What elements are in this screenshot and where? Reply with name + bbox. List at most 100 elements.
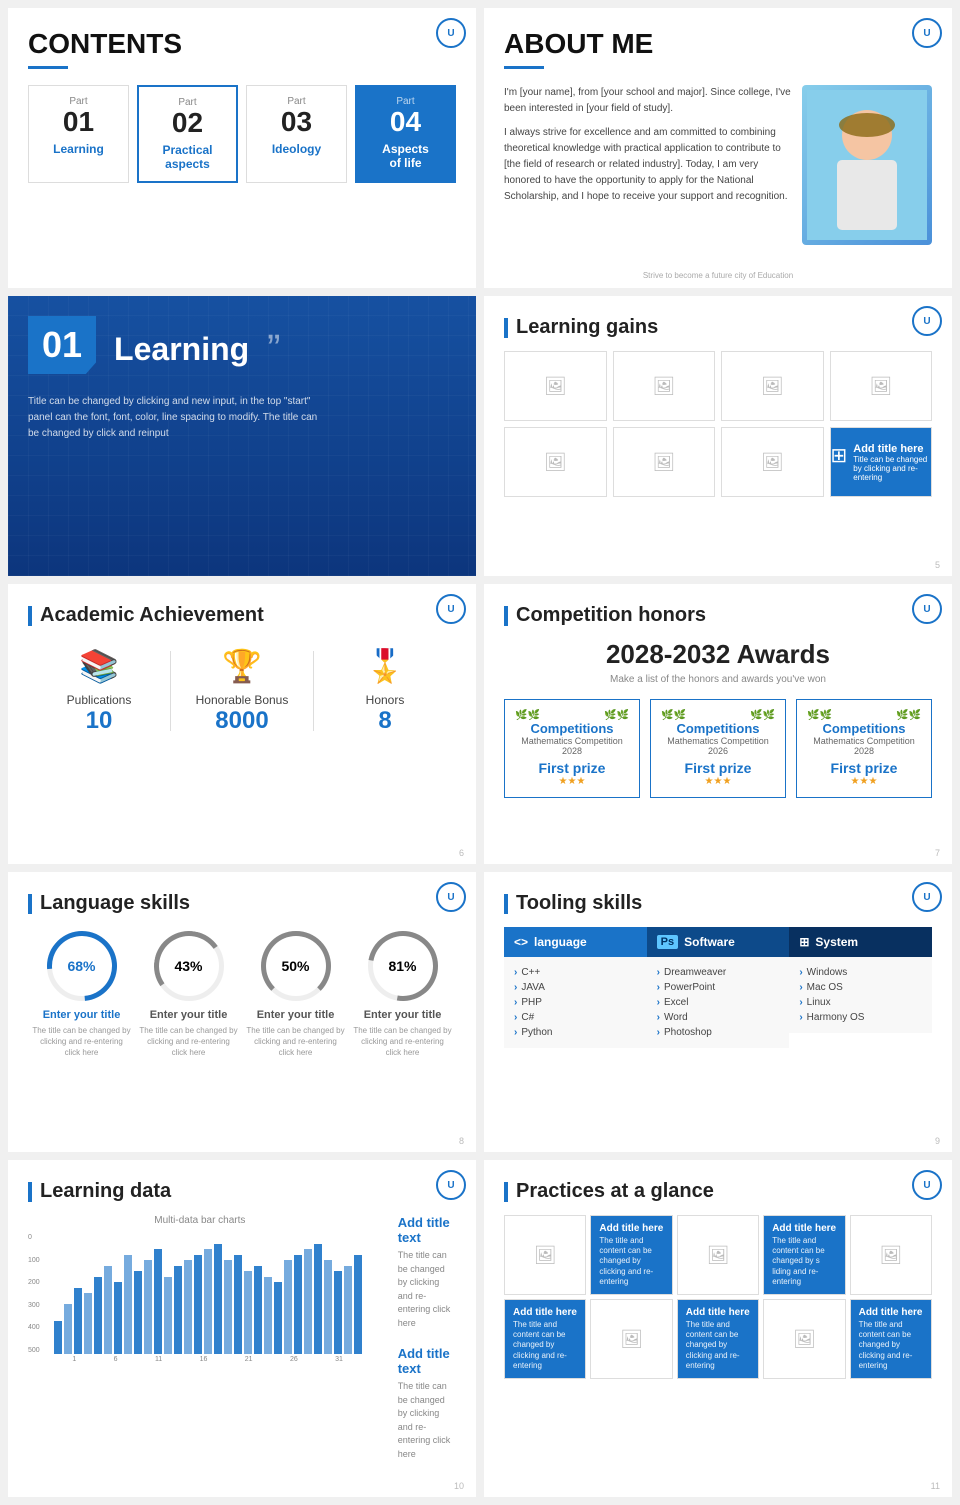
gains-page-num: 5 bbox=[935, 560, 940, 570]
academic-bonus: 🏆 Honorable Bonus 8000 bbox=[171, 647, 313, 735]
contents-title: CONTENTS bbox=[28, 28, 456, 60]
about-footer: Strive to become a future city of Educat… bbox=[643, 271, 793, 280]
lang-68-title: Enter your title bbox=[32, 1009, 132, 1021]
lang-43-desc: The title can be changed by clicking and… bbox=[139, 1025, 239, 1059]
chart-title: Multi-data bar charts bbox=[28, 1215, 372, 1226]
bar-28 bbox=[324, 1260, 332, 1354]
tool-dreamweaver: Dreamweaver bbox=[657, 965, 780, 980]
gain-4: 🖼 bbox=[830, 351, 933, 421]
honors-value: 8 bbox=[314, 707, 456, 735]
learning-data-page-num: 10 bbox=[454, 1481, 464, 1491]
chart-area: 500 400 300 200 100 0 161116212631 bbox=[28, 1234, 372, 1363]
award-1-event: Mathematics Competition 2028 bbox=[515, 736, 629, 756]
tool-cpp: C++ bbox=[514, 965, 637, 980]
about-logo: U bbox=[912, 18, 942, 48]
tool-language-items: C++ JAVA PHP C# Python bbox=[504, 957, 647, 1048]
gains-logo: U bbox=[912, 306, 942, 336]
competition-sub: Make a list of the honors and awards you… bbox=[504, 674, 932, 685]
tool-excel: Excel bbox=[657, 995, 780, 1010]
gains-title: Learning gains bbox=[504, 316, 932, 339]
tool-macos: Mac OS bbox=[799, 980, 922, 995]
award-3-laurel: 🌿🌿🌿🌿 bbox=[807, 710, 921, 721]
y-axis: 500 400 300 200 100 0 bbox=[28, 1234, 44, 1354]
bar-11 bbox=[154, 1249, 162, 1354]
bar-24 bbox=[284, 1260, 292, 1354]
practice-blue-2: Add title here The title and content can… bbox=[763, 1215, 845, 1295]
academic-publications: 📚 Publications 10 bbox=[28, 647, 170, 735]
tool-col-software: Ps Software Dreamweaver PowerPoint Excel… bbox=[647, 927, 790, 1048]
academic-honors: 🎖️ Honors 8 bbox=[314, 647, 456, 735]
award-3: 🌿🌿🌿🌿 Competitions Mathematics Competitio… bbox=[796, 699, 932, 798]
language-header-label: language bbox=[534, 935, 587, 949]
circle-43-wrap: 43% bbox=[154, 931, 224, 1001]
tool-windows: Windows bbox=[799, 965, 922, 980]
lang-circles: 68% Enter your title The title can be ch… bbox=[28, 931, 456, 1059]
language-page-num: 8 bbox=[459, 1136, 464, 1146]
add-desc-2: The title can be changed by clicking and… bbox=[398, 1380, 456, 1461]
practice-img-2: 🖼 bbox=[677, 1215, 759, 1295]
tooling-logo: U bbox=[912, 882, 942, 912]
academic-items: 📚 Publications 10 🏆 Honorable Bonus 8000… bbox=[28, 647, 456, 735]
lang-50: 50% Enter your title The title can be ch… bbox=[246, 931, 346, 1059]
competition-title: Competition honors bbox=[504, 604, 932, 627]
tool-col-system: ⊞ System Windows Mac OS Linux Harmony OS bbox=[789, 927, 932, 1048]
bar-1 bbox=[54, 1321, 62, 1354]
parts-grid: Part 01 Learning Part 02 Practicalaspect… bbox=[28, 85, 456, 183]
windows-icon: ⊞ bbox=[799, 935, 809, 949]
bar-7 bbox=[114, 1282, 122, 1354]
tool-powerpoint: PowerPoint bbox=[657, 980, 780, 995]
about-slide: ABOUT ME U I'm [your name], from [your s… bbox=[484, 8, 952, 288]
part-03[interactable]: Part 03 Ideology bbox=[246, 85, 347, 183]
practice-img-5: 🖼 bbox=[763, 1299, 845, 1379]
about-title: ABOUT ME bbox=[504, 28, 932, 60]
data-text-side: Add title text The title can be changed … bbox=[382, 1215, 456, 1477]
lang-68-desc: The title can be changed by clicking and… bbox=[32, 1025, 132, 1059]
tool-python: Python bbox=[514, 1025, 637, 1040]
learning-slide: 01 Learning ” Title can be changed by cl… bbox=[8, 296, 476, 576]
practice-blue-3-desc: The title and content can be changed by … bbox=[513, 1320, 577, 1372]
bar-26 bbox=[304, 1249, 312, 1354]
practices-page-num: 11 bbox=[931, 1481, 940, 1491]
part-04-name: Aspectsof life bbox=[364, 142, 447, 170]
tool-php: PHP bbox=[514, 995, 637, 1010]
about-content: I'm [your name], from [your school and m… bbox=[504, 85, 932, 245]
practice-img-1: 🖼 bbox=[504, 1215, 586, 1295]
practice-blue-5-title: Add title here bbox=[859, 1307, 923, 1318]
x-label-31: 31 bbox=[335, 1356, 343, 1363]
gain-6: 🖼 bbox=[613, 427, 716, 497]
gain-1: 🖼 bbox=[504, 351, 607, 421]
tool-cols: <> language C++ JAVA PHP C# Python Ps So… bbox=[504, 927, 932, 1048]
circle-43-pct: 43% bbox=[154, 931, 224, 1001]
award-2-stars: ★★★ bbox=[661, 776, 775, 787]
practices-logo: U bbox=[912, 1170, 942, 1200]
part-02[interactable]: Part 02 Practicalaspects bbox=[137, 85, 238, 183]
award-1-prize: First prize bbox=[515, 760, 629, 776]
about-underline bbox=[504, 66, 544, 69]
academic-page-num: 6 bbox=[459, 848, 464, 858]
practices-grid: 🖼 Add title here The title and content c… bbox=[504, 1215, 932, 1379]
honors-icon: 🎖️ bbox=[314, 647, 456, 685]
bar-27 bbox=[314, 1244, 322, 1354]
tool-photoshop: Photoshop bbox=[657, 1025, 780, 1040]
x-label-21: 21 bbox=[245, 1356, 253, 1363]
x-label-1: 1 bbox=[72, 1356, 76, 1363]
language-title: Language skills bbox=[28, 892, 456, 915]
tool-col-software-header: Ps Software bbox=[647, 927, 790, 957]
bar-13 bbox=[174, 1266, 182, 1354]
lang-81-desc: The title can be changed by clicking and… bbox=[353, 1025, 453, 1059]
part-01-name: Learning bbox=[37, 142, 120, 156]
practice-blue-4: Add title here The title and content can… bbox=[677, 1299, 759, 1379]
chart-labels: 161116212631 bbox=[44, 1354, 372, 1363]
tool-col-language: <> language C++ JAVA PHP C# Python bbox=[504, 927, 647, 1048]
part-01[interactable]: Part 01 Learning bbox=[28, 85, 129, 183]
y-300: 300 bbox=[28, 1302, 40, 1309]
learning-data-slide: Learning data U Multi-data bar charts 50… bbox=[8, 1160, 476, 1497]
practices-title: Practices at a glance bbox=[504, 1180, 932, 1203]
part-04[interactable]: Part 04 Aspectsof life bbox=[355, 85, 456, 183]
gain-8-title: Add title here bbox=[853, 443, 931, 455]
practices-slide: Practices at a glance U 🖼 Add title here… bbox=[484, 1160, 952, 1497]
learning-data-title: Learning data bbox=[28, 1180, 456, 1203]
bar-10 bbox=[144, 1260, 152, 1354]
award-2-name: Competitions bbox=[661, 721, 775, 736]
language-code-icon: <> bbox=[514, 935, 528, 949]
